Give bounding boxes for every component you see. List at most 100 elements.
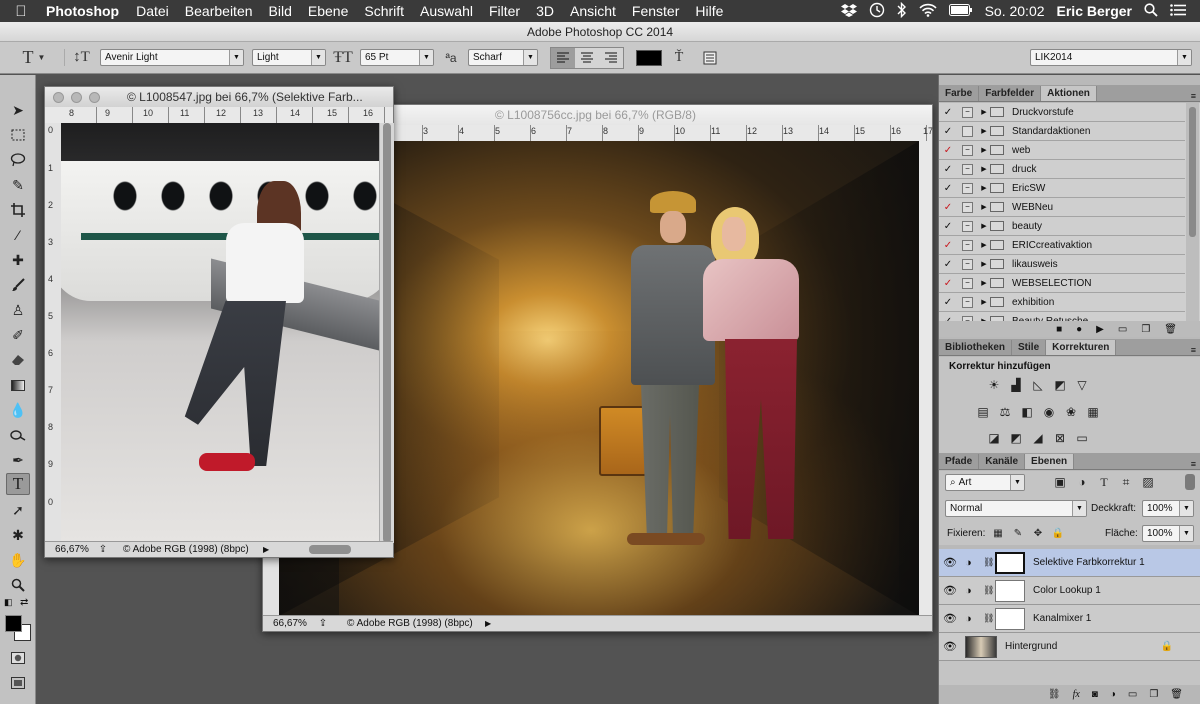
pen-tool-icon[interactable]: ✒ [6, 449, 30, 471]
status-menu-arrow-icon[interactable]: ▶ [485, 619, 491, 628]
notification-center-icon[interactable] [1170, 3, 1186, 19]
play-icon[interactable]: ▶ [1096, 324, 1104, 335]
invert-icon[interactable]: ◪ [987, 431, 1001, 445]
layer-style-icon[interactable]: fx [1073, 689, 1080, 700]
visibility-eye-icon[interactable]: 👁 [939, 612, 961, 625]
dialog-toggle-icon[interactable]: − [962, 296, 973, 308]
menu-schrift[interactable]: Schrift [356, 3, 412, 19]
menu-app-name[interactable]: Photoshop [42, 3, 128, 19]
photo-filter-icon[interactable]: ◉ [1042, 405, 1056, 419]
dialog-toggle-icon[interactable]: − [962, 277, 973, 289]
filter-toggle[interactable] [1185, 474, 1195, 490]
expand-triangle-icon[interactable]: ▶ [978, 184, 990, 192]
document-window-1[interactable]: © L1008547.jpg bei 66,7% (Selektive Farb… [44, 86, 394, 558]
marquee-tool-icon[interactable] [6, 124, 30, 146]
blend-mode-select[interactable]: Normal ▼ [945, 500, 1087, 517]
document-1-titlebar[interactable]: © L1008547.jpg bei 66,7% (Selektive Farb… [45, 87, 393, 107]
custom-shape-tool-icon[interactable]: ✱ [6, 524, 30, 546]
tab-kanaele[interactable]: Kanäle [979, 454, 1026, 469]
menu-ebene[interactable]: Ebene [300, 3, 356, 19]
minimize-window-icon[interactable] [71, 92, 82, 103]
share-icon[interactable]: ⇪ [311, 618, 335, 629]
menu-datei[interactable]: Datei [128, 3, 177, 19]
workspace-select[interactable]: LIK2014 ▼ [1030, 49, 1192, 66]
panel-menu-icon[interactable]: ≡ [1191, 459, 1200, 469]
link-layers-icon[interactable]: ⛓ [1048, 689, 1061, 700]
expand-triangle-icon[interactable]: ▶ [978, 146, 990, 154]
toggle-check-icon[interactable]: ✓ [939, 278, 957, 289]
tab-korrekturen[interactable]: Korrekturen [1046, 340, 1117, 355]
align-left-button[interactable] [551, 47, 575, 68]
toggle-check-icon[interactable]: ✓ [939, 145, 957, 156]
move-tool-icon[interactable]: ➤ [6, 99, 30, 121]
menu-fenster[interactable]: Fenster [624, 3, 687, 19]
path-selection-tool-icon[interactable]: ➚ [6, 499, 30, 521]
align-right-button[interactable] [599, 47, 623, 68]
toggle-check-icon[interactable]: ✓ [939, 202, 957, 213]
blur-tool-icon[interactable]: 💧 [6, 399, 30, 421]
new-action-icon[interactable]: ❐ [1141, 324, 1150, 335]
fill-field[interactable]: 100% ▼ [1142, 525, 1194, 542]
expand-triangle-icon[interactable]: ▶ [978, 260, 990, 268]
brush-tool-icon[interactable] [6, 274, 30, 296]
type-tool-icon[interactable]: T [6, 473, 30, 495]
expand-triangle-icon[interactable]: ▶ [978, 203, 990, 211]
filter-type-icon[interactable]: T [1097, 475, 1111, 489]
panel-menu-icon[interactable]: ≡ [1191, 91, 1200, 101]
exposure-icon[interactable]: ◩ [1053, 378, 1067, 392]
document-1-scrollbar-vertical[interactable] [379, 123, 394, 543]
scroll-thumb[interactable] [383, 123, 391, 543]
document-1-zoom[interactable]: 66,67% [45, 544, 93, 555]
text-orientation-icon[interactable]: ↕T [64, 49, 98, 66]
action-set-row[interactable]: ✓−▶Beauty Retusche [939, 312, 1185, 321]
spotlight-search-icon[interactable] [1144, 2, 1158, 20]
layer-name[interactable]: Color Lookup 1 [1033, 585, 1101, 596]
quick-selection-tool-icon[interactable]: ✎ [6, 174, 30, 196]
clock[interactable]: So. 20:02 [985, 3, 1045, 19]
new-layer-icon[interactable]: ❐ [1149, 689, 1158, 700]
hand-tool-icon[interactable]: ✋ [6, 549, 30, 571]
layer-mask-thumbnail[interactable] [995, 551, 1025, 574]
expand-triangle-icon[interactable]: ▶ [978, 108, 990, 116]
layer-name[interactable]: Selektive Farbkorrektur 1 [1033, 557, 1145, 568]
bluetooth-icon[interactable] [897, 1, 907, 21]
dialog-toggle-icon[interactable]: − [962, 258, 973, 270]
menu-hilfe[interactable]: Hilfe [687, 3, 731, 19]
filter-shape-icon[interactable]: ⌗ [1119, 475, 1133, 489]
action-set-row[interactable]: ✓ − ▶ Druckvorstufe [939, 103, 1185, 122]
expand-triangle-icon[interactable]: ▶ [978, 298, 990, 306]
zoom-window-icon[interactable] [89, 92, 100, 103]
zoom-tool-icon[interactable] [6, 574, 30, 596]
channel-mixer-icon[interactable]: ❀ [1064, 405, 1078, 419]
layer-name[interactable]: Kanalmixer 1 [1033, 613, 1091, 624]
action-set-row[interactable]: ✓ − ▶ WEBNeu [939, 198, 1185, 217]
dialog-toggle-icon[interactable]: − [962, 201, 973, 213]
action-set-row[interactable]: ✓ − ▶ web [939, 141, 1185, 160]
toggle-check-icon[interactable]: ✓ [939, 107, 957, 118]
healing-brush-tool-icon[interactable]: ✚ [6, 249, 30, 271]
dialog-toggle-icon[interactable]: − [962, 163, 973, 175]
tool-preset-picker[interactable]: T ▼ [4, 46, 64, 70]
brightness-icon[interactable]: ☀ [987, 378, 1001, 392]
levels-icon[interactable]: ▟ [1009, 378, 1023, 392]
tab-stile[interactable]: Stile [1012, 340, 1047, 355]
dialog-toggle-icon[interactable]: − [962, 182, 973, 194]
expand-triangle-icon[interactable]: ▶ [978, 222, 990, 230]
layer-thumbnail[interactable] [965, 635, 997, 658]
status-menu-arrow-icon[interactable]: ▶ [263, 545, 269, 554]
swap-colors-icon[interactable]: ⇄ [20, 597, 28, 608]
visibility-eye-icon[interactable]: 👁 [939, 640, 961, 653]
menu-bearbeiten[interactable]: Bearbeiten [177, 3, 261, 19]
dropbox-icon[interactable] [840, 3, 857, 20]
eraser-tool-icon[interactable] [6, 349, 30, 371]
delete-layer-icon[interactable]: 🗑 [1170, 689, 1183, 700]
visibility-eye-icon[interactable]: 👁 [939, 584, 961, 597]
foreground-color-swatch[interactable] [5, 615, 22, 632]
gradient-map-icon[interactable]: ▭ [1075, 431, 1089, 445]
new-adjustment-layer-icon[interactable]: ◑ [1110, 689, 1116, 700]
eyedropper-tool-icon[interactable]: ⁄ [6, 224, 30, 246]
crop-tool-icon[interactable] [6, 199, 30, 221]
curves-icon[interactable]: ◺ [1031, 378, 1045, 392]
action-set-row[interactable]: ✓ − ▶ EricSW [939, 179, 1185, 198]
dodge-tool-icon[interactable] [6, 424, 30, 446]
